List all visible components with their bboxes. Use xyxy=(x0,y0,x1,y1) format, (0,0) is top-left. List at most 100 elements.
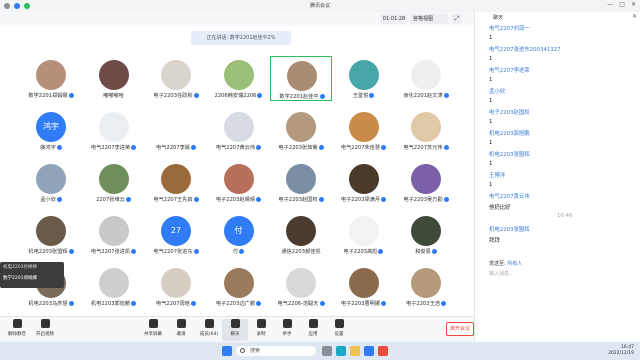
edge-icon[interactable] xyxy=(336,346,346,356)
participant-tile[interactable]: 鸿宇 薛鸿宇 xyxy=(20,108,82,153)
start-icon[interactable] xyxy=(222,346,232,356)
participant-tile[interactable]: 电子2203赵晴晴 xyxy=(208,160,270,205)
maximize-icon[interactable]: □ xyxy=(619,1,625,8)
participant-avatar xyxy=(223,112,254,142)
raise-hand-label: 举手 xyxy=(282,332,292,337)
invite-button[interactable]: 邀请 xyxy=(168,319,194,337)
participant-tile[interactable]: 电子2203吴万勤 xyxy=(395,160,457,205)
taskbar-search-text: 搜索 xyxy=(250,348,261,354)
participant-tile[interactable]: 电子2203王浩 xyxy=(395,264,457,309)
participant-tile[interactable]: 电子2203张茹菊 xyxy=(270,108,332,153)
participant-avatar xyxy=(161,112,191,142)
participant-tile[interactable]: 王雷悦 xyxy=(333,56,395,101)
explorer-icon[interactable] xyxy=(350,346,360,356)
participant-tile[interactable]: 电气2206-范聪天 xyxy=(270,264,332,309)
settings-button[interactable]: 设置 xyxy=(326,319,352,337)
participant-name: 电子2203高彪 xyxy=(333,248,395,255)
participant-name: 电子2203赵晴晴 xyxy=(208,196,270,203)
participant-tile[interactable]: 电气2207张进凯 xyxy=(83,212,145,257)
participant-tile[interactable]: 电子2203梁满月 xyxy=(333,160,395,205)
layout-button[interactable]: 宫格视图 xyxy=(410,14,448,24)
start-video-button[interactable]: 开启视频 xyxy=(32,319,58,337)
close-icon[interactable]: ✕ xyxy=(631,1,636,8)
taskview-icon[interactable] xyxy=(322,346,332,356)
participant-tile[interactable]: 电气2207李进荣 xyxy=(83,108,145,153)
participant-tile[interactable]: 27 电气2207张进东 xyxy=(145,212,207,257)
chat-message-sender: 电气2207刘润一 xyxy=(489,26,530,32)
participant-tile[interactable]: 电气2207王先启 xyxy=(145,160,207,205)
participant-avatar: 鸿宇 xyxy=(36,112,66,142)
start-video-label: 开启视频 xyxy=(36,332,54,337)
minimize-icon[interactable]: — xyxy=(607,1,613,8)
chat-message-body: 1 xyxy=(489,181,493,188)
participant-name: 电子2203赵国权 xyxy=(270,196,332,203)
self-view-speaker: 数学2201郑娟娜 xyxy=(3,276,37,281)
participant-name: 电气2207朱佳慧 xyxy=(333,144,395,151)
participant-tile[interactable]: 2206韩安瑞2206 xyxy=(208,56,270,101)
taskbar-search[interactable]: 搜索 xyxy=(236,346,316,356)
participant-avatar xyxy=(411,216,441,246)
mic-on-icon xyxy=(440,301,446,306)
record-label: 录制 xyxy=(256,332,266,337)
participants-button[interactable]: 成员(64) xyxy=(196,319,222,337)
participant-name: 电子2203张茹菊 xyxy=(270,144,332,151)
participant-tile[interactable]: 食化2201赵文涛 xyxy=(395,56,457,101)
chat-button[interactable]: 聊天 xyxy=(222,319,248,341)
participant-tile[interactable]: 机电2203郭旭鹏 xyxy=(83,264,145,309)
share-screen-icon xyxy=(148,319,158,328)
participant-tile[interactable]: 电气2207朱佳慧 xyxy=(333,108,395,153)
participant-tile[interactable]: 孟小欣 xyxy=(20,160,82,205)
chat-input[interactable]: 输入消息... xyxy=(489,270,635,280)
participant-tile[interactable]: 电气2207黄云伟 xyxy=(208,108,270,153)
mic-on-icon xyxy=(256,145,262,150)
self-view[interactable]: 机电2203孙婷婷 数学2201郑娟娜 xyxy=(0,262,64,288)
mic-on-icon xyxy=(318,145,324,150)
participant-tile[interactable]: 嘟嘟嘟哈 xyxy=(83,56,145,101)
participant-tile[interactable]: 电气2207苏元伟 xyxy=(395,108,457,153)
participant-avatar xyxy=(161,164,191,194)
participant-tile[interactable]: 电子2203赵国权 xyxy=(270,160,332,205)
send-target-select[interactable]: 所有人 xyxy=(507,261,522,267)
participant-tile[interactable]: 和俊恩 xyxy=(395,212,457,257)
participant-name: 电气2207张进凯 xyxy=(83,248,145,255)
apps-button[interactable]: 应用 xyxy=(300,319,326,337)
participant-tile[interactable]: 电子2203任政彬 xyxy=(145,56,207,101)
participant-tile[interactable]: 电子2203边广鹏 xyxy=(208,264,270,309)
leave-meeting-button[interactable]: 离开会议 xyxy=(446,322,474,336)
participant-avatar xyxy=(411,164,441,194)
participant-avatar xyxy=(223,164,254,194)
raise-hand-button[interactable]: 举手 xyxy=(274,319,300,337)
fullscreen-icon[interactable]: ⤢ xyxy=(452,14,462,24)
participant-tile[interactable]: 电子2203高彪 xyxy=(333,212,395,257)
tencent-meeting-icon[interactable] xyxy=(364,346,374,356)
participant-tile[interactable]: 通信2203郝佳凯 xyxy=(270,212,332,257)
participant-tile[interactable]: 电气2207李晨 xyxy=(145,108,207,153)
participant-tile[interactable]: 2207张维云 xyxy=(83,160,145,205)
participant-tile[interactable]: 数学2201郑娟娜 xyxy=(20,56,82,101)
participant-name: 数学2201郑娟娜 xyxy=(20,92,82,99)
close-chat-icon[interactable]: ✕ xyxy=(632,13,637,20)
chrome-icon[interactable] xyxy=(378,346,388,356)
participant-name: 食化2201赵文涛 xyxy=(395,92,457,99)
participant-tile[interactable]: 付付 xyxy=(208,212,270,257)
record-button[interactable]: 录制 xyxy=(248,319,274,337)
participant-tile[interactable]: 数学2201赵佳平 xyxy=(270,56,332,101)
mic-on-icon xyxy=(125,197,131,202)
mic-on-icon xyxy=(68,93,74,98)
participant-tile[interactable]: 电气2207周晗 xyxy=(145,264,207,309)
participant-name: 电子2203吴万勤 xyxy=(395,196,457,203)
participant-name: 电气2207周晗 xyxy=(145,300,207,307)
start-video-icon xyxy=(40,319,50,328)
chat-message-sender: 机电2203张盟辉 xyxy=(489,152,530,158)
share-screen-label: 共享屏幕 xyxy=(144,332,162,337)
unmute-button[interactable]: 解除静音 xyxy=(4,319,30,337)
raise-hand-icon xyxy=(282,319,292,328)
settings-icon xyxy=(334,319,344,328)
participant-name: 机电2203张盟辉 xyxy=(20,248,82,255)
share-screen-button[interactable]: 共享屏幕 xyxy=(140,319,166,337)
participant-tile[interactable]: 机电2203张盟辉 xyxy=(20,212,82,257)
participant-avatar xyxy=(161,268,191,298)
participant-tile[interactable]: 电子2203曹明娜 xyxy=(333,264,395,309)
unmute-label: 解除静音 xyxy=(8,332,26,337)
participant-name: 电子2203梁满月 xyxy=(333,196,395,203)
